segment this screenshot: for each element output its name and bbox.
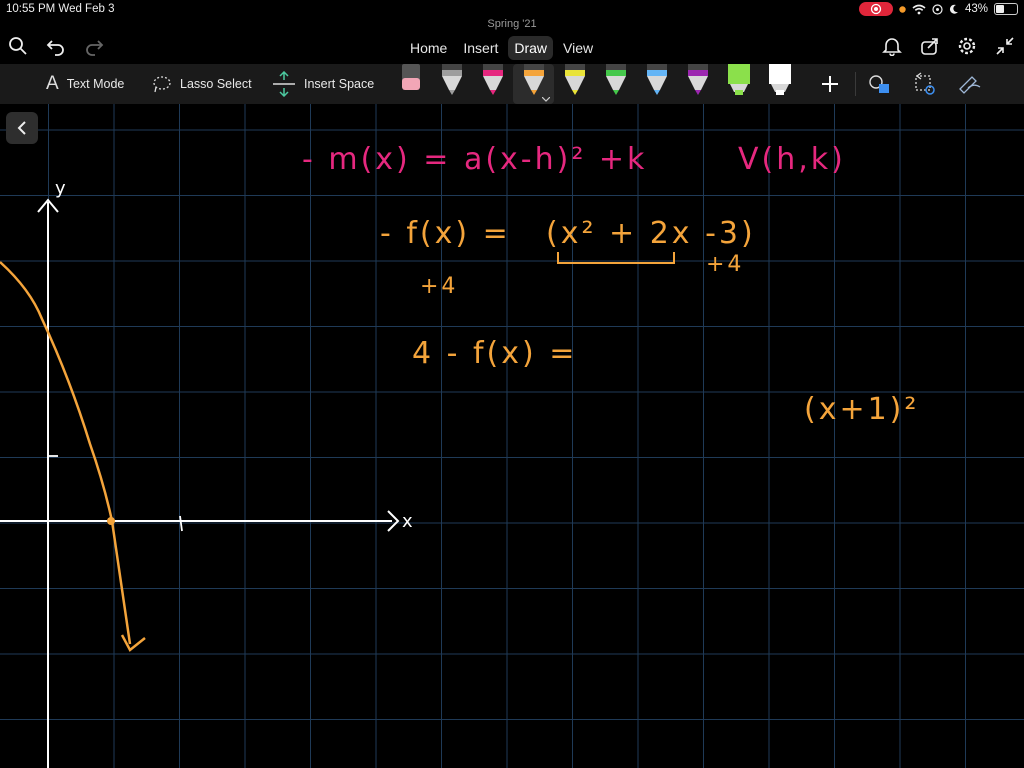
pen-green-icon[interactable]: [595, 64, 636, 104]
battery-icon: [994, 3, 1018, 15]
status-time-date: 10:55 PM Wed Feb 3: [6, 3, 115, 15]
insert-space-label: Insert Space: [304, 77, 375, 91]
moon-icon: [949, 4, 958, 14]
x-axis-label: x: [402, 511, 413, 532]
highlighter-green-icon[interactable]: [718, 64, 759, 104]
plus-four-right: +4: [706, 252, 745, 277]
highlighter-white-icon[interactable]: [759, 64, 800, 104]
y-axis-label: y: [55, 178, 66, 199]
status-bar: 10:55 PM Wed Feb 3 43%: [0, 0, 1024, 20]
completed-square: (x+1)²: [804, 392, 920, 427]
x-intercept-point: [107, 517, 115, 525]
share-icon[interactable]: [918, 34, 942, 58]
pen-blue-icon[interactable]: [636, 64, 677, 104]
parabola-curve: [0, 261, 132, 645]
divider: [855, 72, 856, 96]
battery-level: [996, 5, 1005, 13]
screen-recording-icon[interactable]: [858, 2, 893, 16]
pen-pink-icon[interactable]: [472, 64, 513, 104]
insert-space-icon: [273, 71, 295, 97]
drawing-canvas[interactable]: y x - m(x) = a(x-h)² +k V(h,k) - f(x) = …: [0, 104, 1024, 768]
pen-tray: [390, 64, 800, 104]
redo-icon[interactable]: [82, 34, 106, 58]
graph-sketch: [0, 198, 400, 768]
search-icon[interactable]: [6, 34, 30, 58]
f-equation-left: - f(x) =: [380, 216, 511, 251]
eraser-icon[interactable]: [390, 64, 431, 104]
tab-home[interactable]: Home: [404, 36, 453, 60]
bell-icon[interactable]: [880, 34, 904, 58]
vertex-form-equation: - m(x) = a(x-h)² +k: [302, 142, 648, 177]
pen-purple-icon[interactable]: [677, 64, 718, 104]
undo-icon[interactable]: [44, 34, 68, 58]
gear-icon[interactable]: [955, 34, 979, 58]
lasso-select-label: Lasso Select: [180, 77, 252, 91]
pen-gray-icon[interactable]: [431, 64, 472, 104]
draw-toolbar: A Text Mode Lasso Select Insert Space: [0, 64, 1024, 104]
document-title: Spring '21: [487, 18, 537, 30]
curve-arrowhead: [120, 634, 146, 652]
f-equation-right: (x² + 2x -3): [546, 216, 756, 251]
x-tick: [179, 515, 183, 532]
ink-to-shape-icon[interactable]: [913, 72, 939, 101]
pen-orange-icon[interactable]: [513, 64, 554, 104]
location-icon: [932, 3, 943, 15]
collapse-icon[interactable]: [993, 34, 1017, 58]
orange-dot-icon: [899, 5, 906, 13]
ink-replay-icon[interactable]: [958, 73, 982, 100]
text-mode-button[interactable]: A Text Mode: [46, 64, 124, 104]
underbrace: [557, 252, 675, 264]
pen-yellow-icon[interactable]: [554, 64, 595, 104]
text-mode-label: Text Mode: [66, 77, 125, 91]
lasso-icon: [153, 76, 171, 93]
ribbon-tabs: Home Insert Draw View: [404, 36, 599, 60]
wifi-icon: [912, 4, 926, 14]
battery-percent: 43%: [964, 3, 988, 15]
plus-four-left: +4: [420, 274, 459, 299]
vertex-notation: V(h,k): [738, 142, 846, 177]
status-indicators: 43%: [858, 2, 1018, 16]
top-bar: Home Insert Draw View: [0, 30, 1024, 62]
add-pen-icon[interactable]: [818, 72, 842, 96]
tab-draw[interactable]: Draw: [508, 36, 554, 60]
shapes-icon[interactable]: [869, 74, 891, 99]
text-mode-icon: A: [46, 73, 59, 94]
tab-view[interactable]: View: [557, 36, 599, 60]
lasso-select-button[interactable]: Lasso Select: [152, 64, 252, 104]
insert-space-button[interactable]: Insert Space: [272, 64, 374, 104]
four-minus-f-equation: 4 - f(x) =: [412, 336, 578, 371]
tab-insert[interactable]: Insert: [457, 36, 504, 60]
